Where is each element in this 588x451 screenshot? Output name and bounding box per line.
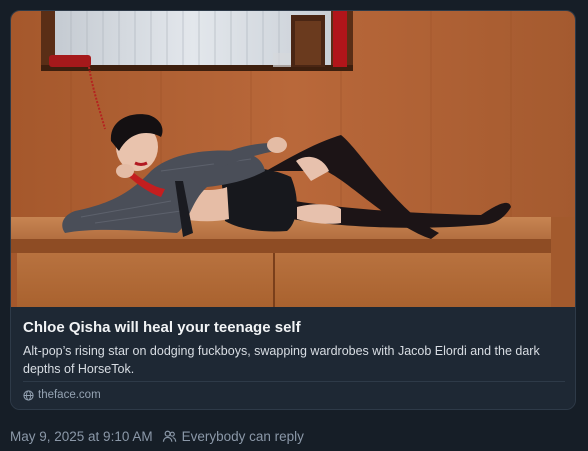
card-divider: [23, 381, 565, 382]
link-preview-title[interactable]: Chloe Qisha will heal your teenage self: [23, 318, 563, 338]
post-timestamp[interactable]: May 9, 2025 at 9:10 AM: [10, 429, 153, 444]
reply-setting-button[interactable]: Everybody can reply: [162, 429, 304, 444]
post-meta: May 9, 2025 at 9:10 AM Everybody can rep…: [10, 427, 304, 445]
globe-icon: [23, 389, 34, 401]
reply-setting-label: Everybody can reply: [181, 428, 304, 444]
link-preview-image[interactable]: [11, 11, 575, 307]
people-icon: [162, 429, 177, 444]
link-preview-body: Chloe Qisha will heal your teenage self …: [11, 307, 575, 409]
link-preview-description: Alt-pop’s rising star on dodging fuckboy…: [23, 344, 540, 376]
link-preview-card[interactable]: Chloe Qisha will heal your teenage self …: [10, 10, 576, 410]
post-footer-area: Chloe Qisha will heal your teenage self …: [0, 0, 588, 451]
link-source[interactable]: theface.com: [23, 387, 101, 403]
link-source-domain: theface.com: [38, 389, 101, 401]
